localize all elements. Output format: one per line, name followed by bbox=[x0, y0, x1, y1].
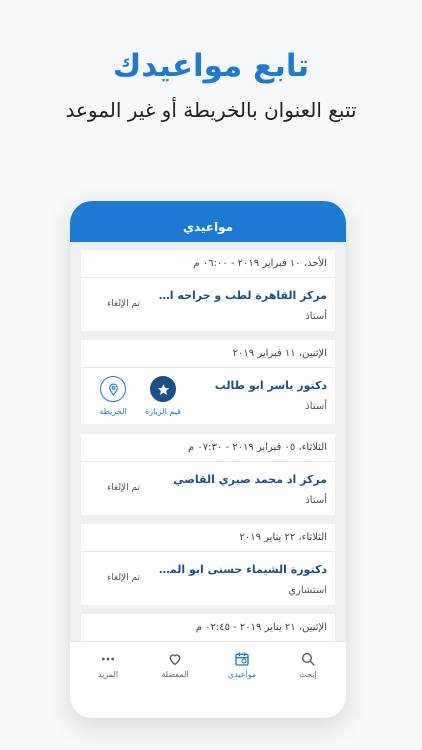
tab-label: إبحث bbox=[299, 670, 317, 679]
appointment-card[interactable]: الثلاثاء، ٢٢ يناير ٢٠١٩ دكتورة الشيماء ح… bbox=[81, 524, 335, 605]
location-pin-icon bbox=[100, 376, 126, 402]
search-icon bbox=[302, 653, 315, 666]
appointment-actions: قيم الزيارة الخريطة bbox=[93, 376, 183, 422]
star-icon bbox=[150, 376, 176, 402]
tab-label: المفضلة bbox=[161, 670, 189, 679]
appointment-card[interactable]: الأحد، ١٠ فبراير ٢٠١٩ - ٠٦:٠٠ م مركز الق… bbox=[81, 250, 335, 331]
appointment-card[interactable]: الإثنين، ١١ فبراير ٢٠١٩ دكتور ياسر ابو ط… bbox=[81, 340, 335, 424]
doctor-name[interactable]: مركز اد محمد صبري القاضي bbox=[157, 473, 327, 486]
tab-search[interactable]: إبحث bbox=[280, 651, 336, 679]
appointment-card[interactable]: الثلاثاء، ٠٥ فبراير ٢٠١٩ - ٠٧:٣٠ م مركز … bbox=[81, 434, 335, 515]
heart-icon bbox=[169, 654, 181, 665]
map-label: الخريطة bbox=[99, 407, 127, 416]
header-title: مواعيدي bbox=[182, 220, 234, 234]
tab-favorites[interactable]: المفضلة bbox=[147, 651, 203, 679]
doctor-title: أستاذ bbox=[305, 495, 327, 506]
tab-label: مواعيدي bbox=[227, 670, 257, 679]
doctor-title: أستاذ bbox=[305, 401, 327, 412]
appointment-date: الثلاثاء، ٠٥ فبراير ٢٠١٩ - ٠٧:٣٠ م bbox=[81, 434, 335, 462]
tab-label: المزيد bbox=[97, 670, 119, 679]
phone-frame: مواعيدي الأحد، ١٠ فبراير ٢٠١٩ - ٠٦:٠٠ م … bbox=[70, 201, 346, 718]
app-header: مواعيدي bbox=[70, 201, 346, 242]
map-button[interactable]: الخريطة bbox=[93, 376, 133, 416]
appointment-date: الأحد، ١٠ فبراير ٢٠١٩ - ٠٦:٠٠ م bbox=[81, 250, 335, 278]
status-badge: تم الإلغاء bbox=[107, 483, 141, 493]
doctor-title: استشاري bbox=[288, 585, 327, 596]
appointment-date: الإثنين، ٢١ يناير ٢٠١٩ - ٠٢:٤٥ م bbox=[81, 614, 335, 641]
tab-my-appointments[interactable]: مواعيدي bbox=[214, 651, 270, 679]
calendar-icon bbox=[235, 652, 249, 666]
hero-title: تابع مواعيدك bbox=[112, 48, 310, 84]
status-badge: تم الإلغاء bbox=[107, 573, 141, 583]
hero-subtitle: تتبع العنوان بالخريطة أو غير الموعد bbox=[65, 98, 357, 122]
rate-visit-button[interactable]: قيم الزيارة bbox=[143, 376, 183, 416]
tab-more[interactable]: المزيد bbox=[80, 651, 136, 679]
doctor-name[interactable]: دكتورة الشيماء حسنى ابو المعا... bbox=[157, 563, 327, 576]
more-dots-icon bbox=[102, 657, 114, 661]
appointment-date: الثلاثاء، ٢٢ يناير ٢٠١٩ bbox=[81, 524, 335, 552]
doctor-name[interactable]: مركز القاهرة لطب و جراحه الفم و... bbox=[157, 289, 327, 302]
status-badge: تم الإلغاء bbox=[107, 299, 141, 309]
bottom-tab-bar: إبحث مواعيدي المفضلة المزيد bbox=[70, 641, 346, 718]
doctor-title: أستاذ bbox=[305, 311, 327, 322]
appointment-date: الإثنين، ١١ فبراير ٢٠١٩ bbox=[81, 340, 335, 368]
appointments-list[interactable]: الأحد، ١٠ فبراير ٢٠١٩ - ٠٦:٠٠ م مركز الق… bbox=[70, 242, 346, 641]
rate-visit-label: قيم الزيارة bbox=[145, 407, 181, 416]
appointment-card[interactable]: الإثنين، ٢١ يناير ٢٠١٩ - ٠٢:٤٥ م bbox=[81, 614, 335, 641]
